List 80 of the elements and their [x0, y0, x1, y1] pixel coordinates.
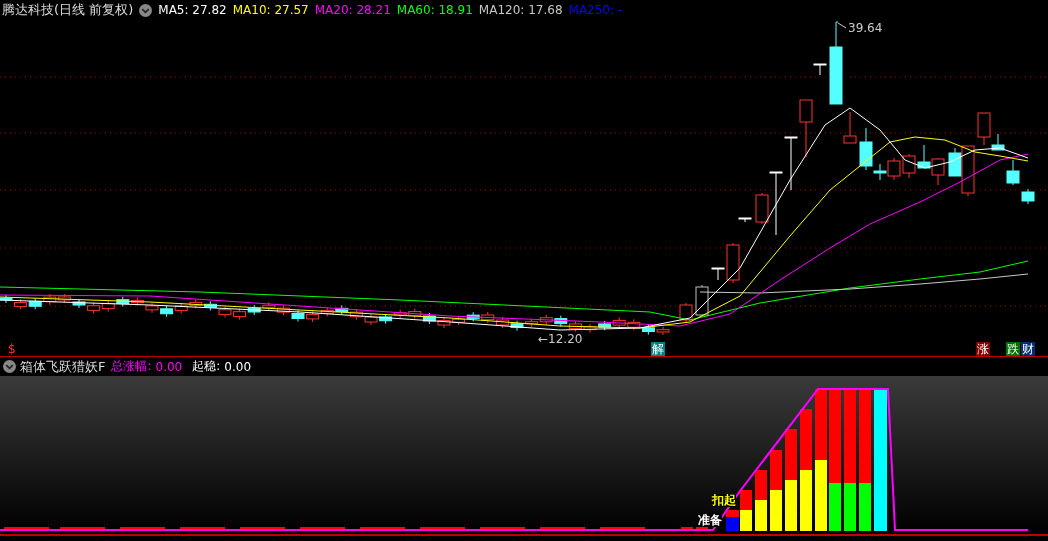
candlestick: [641, 324, 655, 336]
price-label: 39.64: [848, 21, 883, 35]
candlestick: [145, 302, 159, 314]
candlestick: [379, 313, 393, 325]
chart-title: 腾达科技(日线 前复权): [2, 1, 134, 19]
candlestick: [0, 294, 13, 304]
candlestick: [784, 136, 798, 191]
candlestick: [887, 157, 901, 181]
candlestick: [931, 157, 945, 186]
candlestick: [101, 300, 115, 313]
candlestick: [422, 312, 436, 325]
candlestick: [306, 310, 320, 323]
candlestick: [72, 298, 86, 309]
signal-marker: 解: [651, 342, 665, 356]
candlestick: [116, 296, 130, 308]
candlestick: [14, 299, 28, 310]
moving-average-value: MA120: 17.68: [478, 3, 563, 17]
leader-line: [835, 21, 847, 29]
candlestick: [495, 316, 509, 329]
indicator-label: 总涨幅:: [111, 358, 152, 375]
candlestick: [437, 317, 451, 329]
moving-average-value: MA20: 28.21: [314, 3, 391, 17]
candlestick: [174, 302, 188, 314]
candlestick: [902, 153, 916, 179]
candlestick: [203, 300, 217, 311]
candlestick: [1021, 188, 1035, 205]
indicator-label: 起稳:: [192, 358, 221, 375]
signal-marker: 跌: [1006, 342, 1020, 356]
candlestick: [466, 311, 480, 322]
moving-average-value: MA10: 27.57: [232, 3, 309, 17]
candlestick: [554, 315, 568, 328]
candlestick: [539, 314, 553, 326]
candlestick: [43, 293, 57, 306]
candlestick: [510, 320, 524, 332]
signal-marker: $: [8, 342, 16, 356]
signal-marker: 涨: [976, 342, 990, 356]
candlestick: [233, 308, 247, 321]
candlestick: [364, 313, 378, 326]
candlestick: [568, 320, 582, 332]
chevron-down-icon[interactable]: [3, 360, 16, 373]
candlestick: [627, 318, 641, 331]
candlestick: [218, 306, 232, 318]
candlestick: [408, 308, 422, 320]
candlestick: [28, 297, 42, 310]
candlestick: [612, 316, 626, 329]
candlestick: [291, 310, 305, 322]
indicator-name: 箱体飞跃猎妖F: [20, 357, 106, 376]
price-label: ←12.20: [538, 332, 583, 346]
candlestick: [276, 304, 290, 316]
signal-label: 准备: [698, 514, 722, 527]
signal-label: 扣起: [712, 494, 736, 507]
candlestick: [525, 318, 539, 328]
candlestick: [320, 306, 334, 317]
indicator-value: 0.00: [155, 359, 183, 374]
candlestick: [335, 304, 349, 315]
chevron-down-icon[interactable]: [139, 3, 153, 17]
candlestick: [393, 309, 407, 319]
candlestick: [799, 99, 813, 158]
candlestick: [917, 144, 931, 169]
candlestick: [262, 301, 276, 311]
candlestick: [452, 315, 466, 326]
indicator-value: 0.00: [224, 359, 251, 374]
candlestick: [583, 323, 597, 334]
signal-marker: 财: [1021, 342, 1035, 356]
moving-average-value: MA60: 18.91: [396, 3, 473, 17]
candlestick: [87, 302, 101, 314]
moving-average-value: MA250: -: [568, 3, 623, 17]
candlestick: [1006, 159, 1020, 186]
candlestick: [130, 297, 144, 307]
candlestick: [813, 63, 827, 76]
candlestick: [656, 326, 670, 336]
candlestick: [189, 298, 203, 309]
candlestick: [481, 311, 495, 324]
candlestick: [247, 304, 261, 316]
moving-average-value: MA5: 27.82: [158, 3, 227, 17]
candlestick: [349, 308, 363, 321]
candlestick: [738, 217, 752, 223]
candlestick: [57, 293, 71, 304]
candlestick: [160, 305, 174, 318]
candlestick: [843, 111, 857, 144]
